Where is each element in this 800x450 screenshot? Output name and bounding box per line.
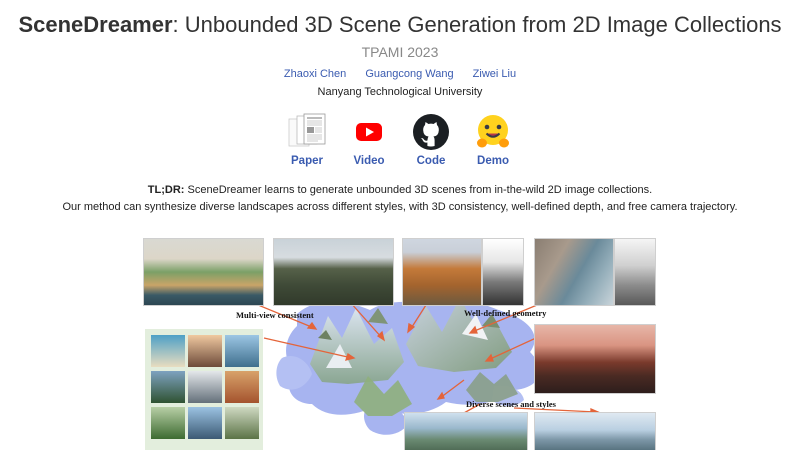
render-photo-cliff	[534, 238, 614, 306]
title-subtitle: : Unbounded 3D Scene Generation from 2D …	[172, 12, 782, 37]
author-list: Zhaoxi Chen Guangcong Wang Ziwei Liu	[0, 68, 800, 80]
video-link[interactable]: Video	[348, 112, 390, 167]
render-photo-sunset	[534, 324, 656, 394]
venue: TPAMI 2023	[361, 44, 439, 60]
depth-map-autumn	[482, 238, 524, 306]
label-geometry: Well-defined geometry	[464, 308, 547, 318]
page-title: SceneDreamer: Unbounded 3D Scene Generat…	[0, 12, 800, 38]
teaser-figure: Multi-view consistent Well-defined geome…	[142, 234, 658, 450]
paper-label: Paper	[291, 155, 323, 167]
label-diverse: Diverse scenes and styles	[466, 399, 556, 409]
video-label: Video	[353, 155, 385, 167]
render-photo-autumn	[402, 238, 482, 306]
render-photo-lake	[404, 412, 528, 450]
paper-link[interactable]: Paper	[286, 112, 328, 167]
code-link[interactable]: Code	[410, 112, 452, 167]
label-multiview: Multi-view consistent	[236, 310, 314, 320]
resource-links: Paper Video Code Demo	[0, 112, 800, 167]
dataset-collage	[145, 329, 263, 450]
depth-map-cliff	[614, 238, 656, 306]
affiliation: Nanyang Technological University	[317, 86, 483, 98]
render-photo-forest	[273, 238, 394, 306]
author-link-2[interactable]: Guangcong Wang	[365, 68, 453, 80]
tldr-line-1: TL;DR: SceneDreamer learns to generate u…	[0, 182, 800, 199]
tldr-line-2: Our method can synthesize diverse landsc…	[62, 201, 738, 213]
paper-icon	[286, 112, 328, 152]
render-photo-island	[143, 238, 264, 306]
author-link-3[interactable]: Ziwei Liu	[473, 68, 516, 80]
youtube-icon	[348, 112, 390, 152]
render-photo-coast	[534, 412, 656, 450]
demo-link[interactable]: Demo	[472, 112, 514, 167]
huggingface-icon	[472, 112, 514, 152]
title-project-name: SceneDreamer	[18, 12, 173, 37]
tldr-summary: TL;DR: SceneDreamer learns to generate u…	[0, 182, 800, 216]
tldr-text-1: SceneDreamer learns to generate unbounde…	[187, 184, 653, 196]
github-icon	[410, 112, 452, 152]
tldr-label: TL;DR:	[147, 184, 185, 196]
demo-label: Demo	[477, 155, 509, 167]
author-link-1[interactable]: Zhaoxi Chen	[284, 68, 346, 80]
code-label: Code	[416, 155, 446, 167]
